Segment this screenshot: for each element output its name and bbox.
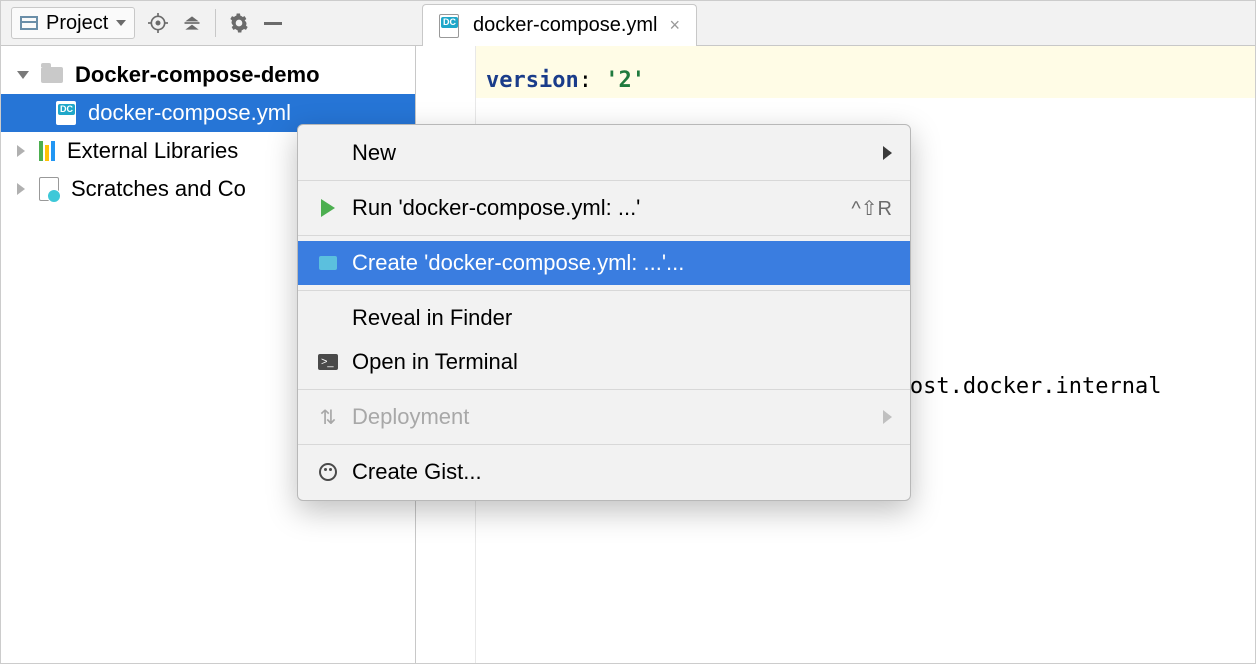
menu-separator bbox=[298, 235, 910, 236]
menu-item-run[interactable]: Run 'docker-compose.yml: ...' ^⇧R bbox=[298, 186, 910, 230]
tree-file-label: docker-compose.yml bbox=[88, 100, 291, 126]
tree-root[interactable]: Docker-compose-demo bbox=[1, 56, 415, 94]
menu-terminal-label: Open in Terminal bbox=[352, 349, 892, 375]
menu-item-new[interactable]: New bbox=[298, 131, 910, 175]
chevron-down-icon bbox=[116, 20, 126, 26]
tab-label: docker-compose.yml bbox=[473, 14, 658, 37]
minimize-icon[interactable] bbox=[262, 12, 284, 34]
expand-arrow-right-icon bbox=[17, 145, 25, 157]
menu-new-label: New bbox=[352, 140, 871, 166]
editor-tab-bar: DC docker-compose.yml × bbox=[416, 1, 1255, 46]
run-icon bbox=[316, 199, 340, 217]
editor-tab[interactable]: DC docker-compose.yml × bbox=[422, 4, 697, 46]
expand-arrow-down-icon bbox=[17, 71, 29, 79]
locate-icon[interactable] bbox=[147, 12, 169, 34]
menu-reveal-label: Reveal in Finder bbox=[352, 305, 892, 331]
project-view-dropdown[interactable]: Project bbox=[11, 7, 135, 39]
code-key: version bbox=[486, 68, 579, 93]
context-menu: New Run 'docker-compose.yml: ...' ^⇧R Cr… bbox=[297, 124, 911, 501]
tree-libs-label: External Libraries bbox=[67, 138, 238, 164]
folder-icon bbox=[41, 67, 63, 83]
toolbar-separator bbox=[215, 9, 216, 37]
tree-scratches-label: Scratches and Co bbox=[71, 176, 246, 202]
terminal-icon: >_ bbox=[316, 354, 340, 370]
project-icon bbox=[20, 16, 38, 30]
menu-separator bbox=[298, 444, 910, 445]
scratches-icon bbox=[39, 177, 59, 201]
menu-item-create-gist[interactable]: Create Gist... bbox=[298, 450, 910, 494]
menu-separator bbox=[298, 389, 910, 390]
tree-root-label: Docker-compose-demo bbox=[75, 62, 320, 88]
docker-compose-file-icon: DC bbox=[56, 101, 76, 125]
menu-run-shortcut: ^⇧R bbox=[851, 196, 892, 221]
gear-icon[interactable] bbox=[228, 12, 250, 34]
menu-run-label: Run 'docker-compose.yml: ...' bbox=[352, 195, 839, 221]
project-label: Project bbox=[46, 12, 108, 35]
submenu-arrow-icon bbox=[883, 410, 892, 424]
submenu-arrow-icon bbox=[883, 146, 892, 160]
menu-deployment-label: Deployment bbox=[352, 404, 871, 430]
deployment-icon: ⇅ bbox=[316, 405, 340, 430]
code-value: '2' bbox=[605, 68, 645, 93]
docker-compose-file-icon: DC bbox=[439, 14, 459, 38]
libraries-icon bbox=[39, 141, 55, 161]
github-gist-icon bbox=[316, 463, 340, 481]
menu-separator bbox=[298, 180, 910, 181]
create-run-config-icon bbox=[316, 256, 340, 270]
menu-item-deployment: ⇅ Deployment bbox=[298, 395, 910, 439]
menu-separator bbox=[298, 290, 910, 291]
menu-item-open-terminal[interactable]: >_ Open in Terminal bbox=[298, 340, 910, 384]
menu-create-label: Create 'docker-compose.yml: ...'... bbox=[352, 250, 892, 276]
collapse-all-icon[interactable] bbox=[181, 12, 203, 34]
menu-item-create[interactable]: Create 'docker-compose.yml: ...'... bbox=[298, 241, 910, 285]
close-icon[interactable]: × bbox=[670, 15, 681, 36]
expand-arrow-right-icon bbox=[17, 183, 25, 195]
menu-item-reveal-finder[interactable]: Reveal in Finder bbox=[298, 296, 910, 340]
menu-gist-label: Create Gist... bbox=[352, 459, 892, 485]
